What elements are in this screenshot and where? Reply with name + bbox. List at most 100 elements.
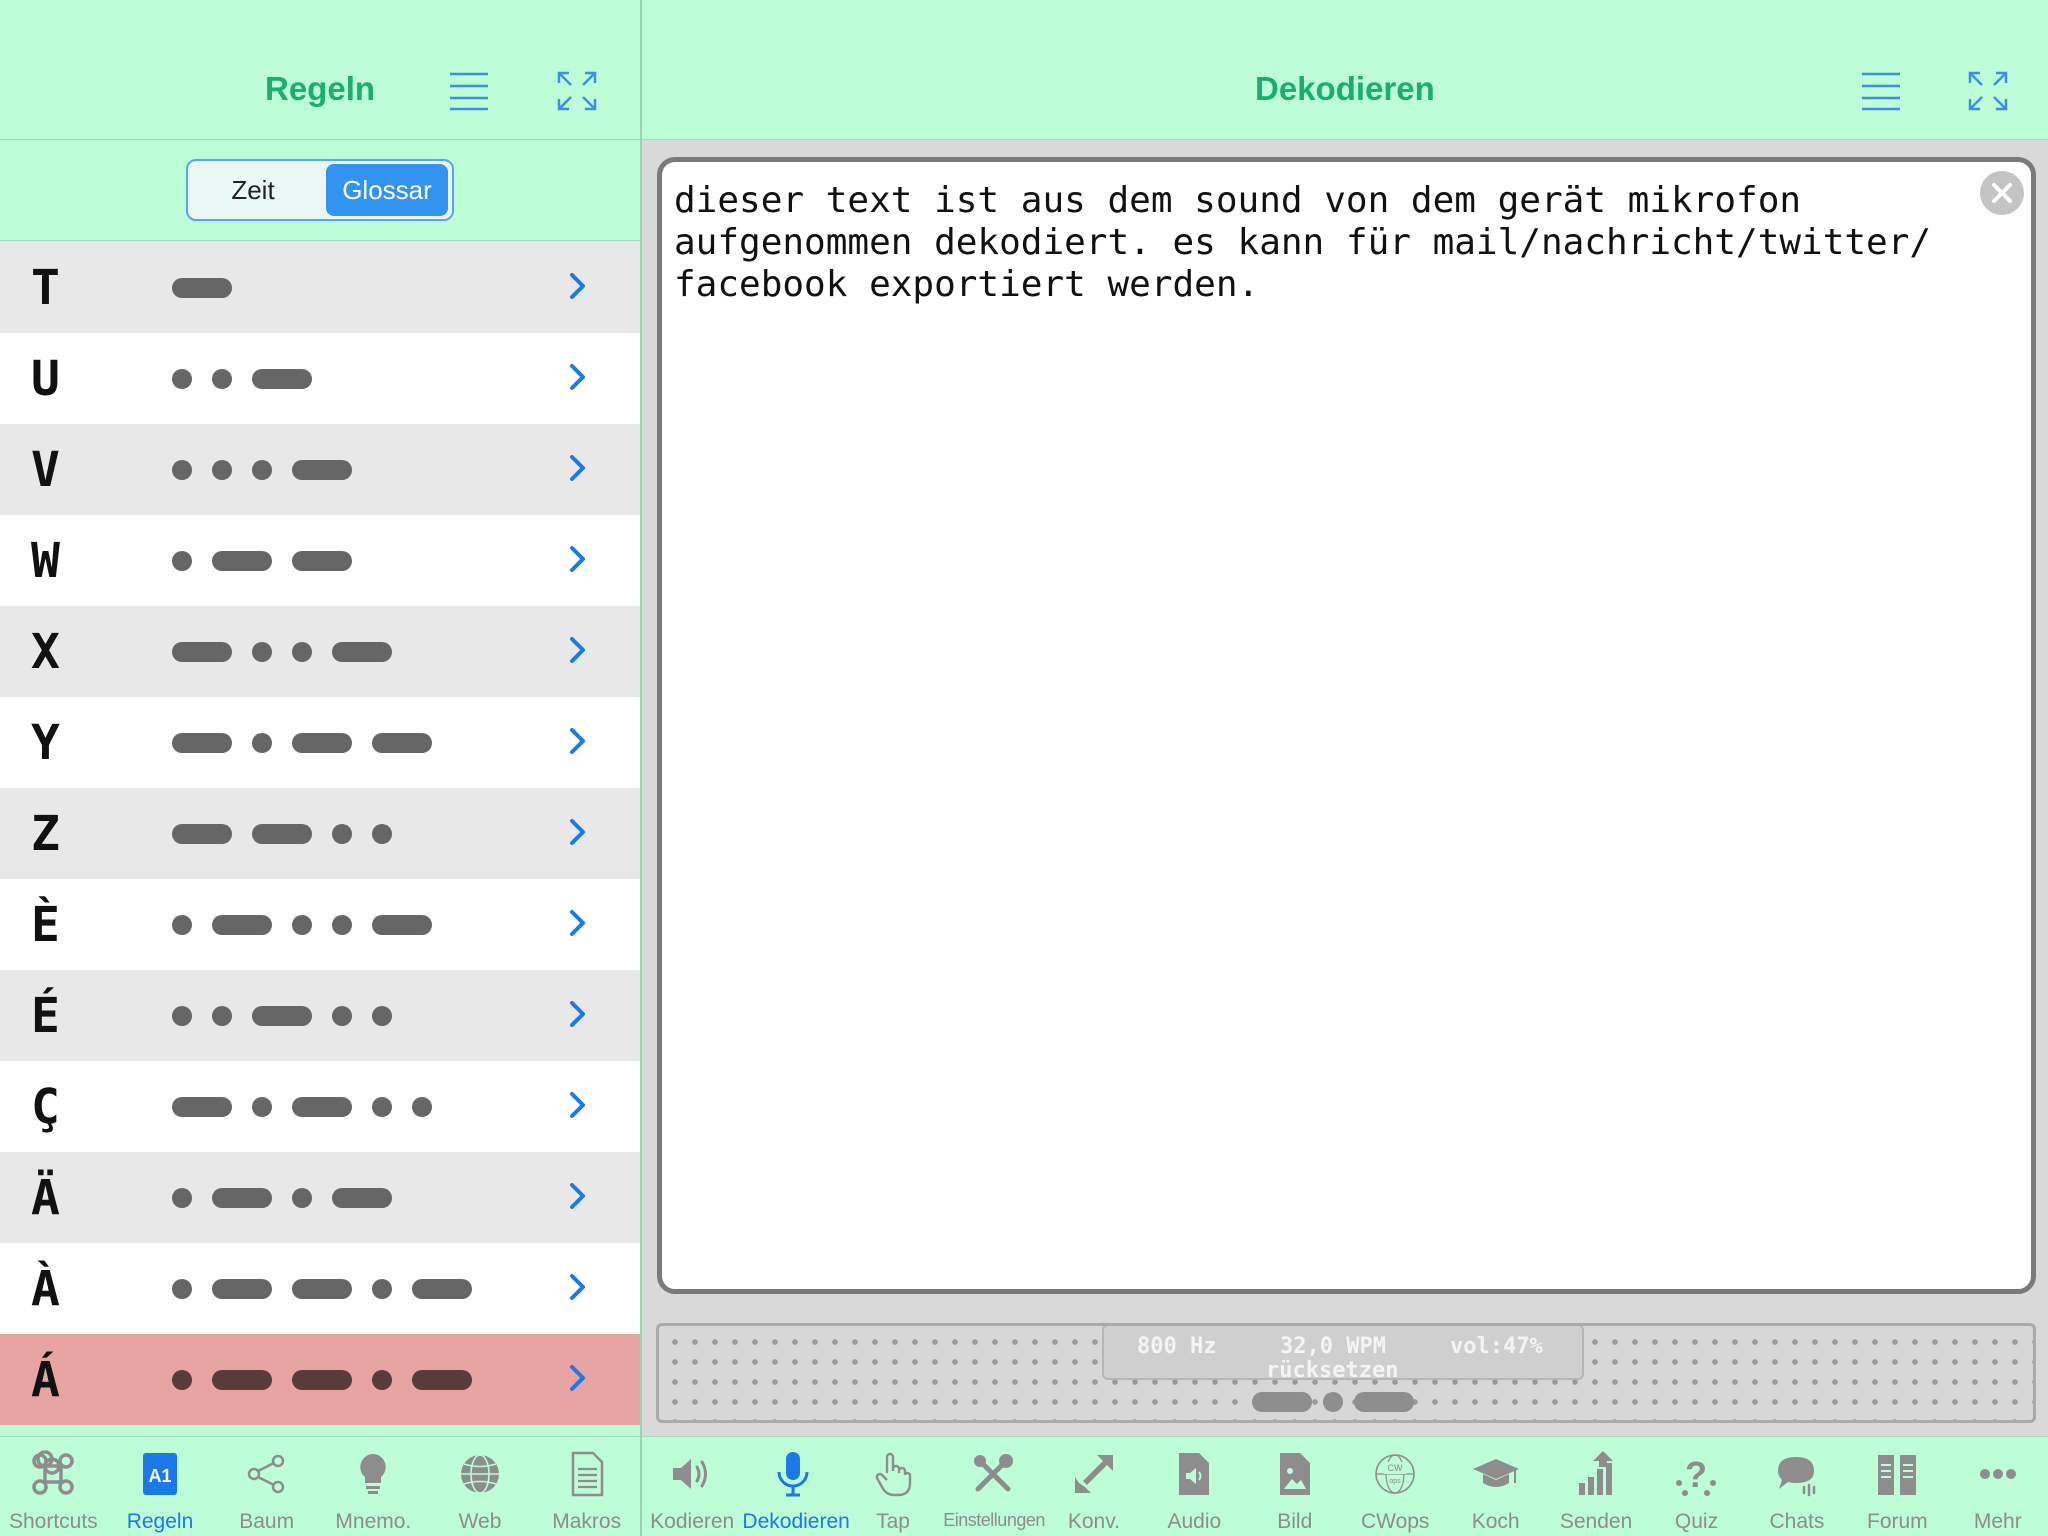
right-tab-bar: Kodieren Dekodieren Tap Einstellungen Ko… bbox=[642, 1436, 2048, 1536]
expand-icon bbox=[1968, 71, 2008, 111]
morse-dash bbox=[372, 733, 432, 753]
glossary-row[interactable]: Z bbox=[0, 788, 640, 879]
svg-text:?: ? bbox=[1685, 1454, 1707, 1495]
svg-text:A1: A1 bbox=[148, 1466, 171, 1486]
tab-label: Web bbox=[458, 1510, 502, 1533]
tab-dekodieren[interactable]: Dekodieren bbox=[742, 1437, 850, 1536]
svg-text:CW: CW bbox=[1388, 1463, 1403, 1473]
tab-kodieren[interactable]: Kodieren bbox=[642, 1437, 742, 1536]
rules-fullscreen-button[interactable] bbox=[555, 69, 599, 113]
chevron-right-icon bbox=[566, 361, 590, 393]
morse-dash bbox=[172, 824, 232, 844]
clear-circle-icon bbox=[1980, 171, 2024, 215]
decode-menu-button[interactable] bbox=[1859, 69, 1903, 113]
glossary-row[interactable]: W bbox=[0, 515, 640, 606]
glossary-row[interactable]: Á bbox=[0, 1334, 640, 1425]
morse-dot bbox=[372, 824, 392, 844]
tab-web[interactable]: Web bbox=[427, 1437, 534, 1536]
glossary-letter: Ä bbox=[31, 1170, 60, 1226]
rules-menu-button[interactable] bbox=[447, 69, 491, 113]
tab-chats[interactable]: Chats bbox=[1747, 1437, 1847, 1536]
glossary-letter: À bbox=[31, 1261, 60, 1317]
morse-dash bbox=[172, 1097, 232, 1117]
tab-forum[interactable]: Forum bbox=[1847, 1437, 1947, 1536]
tab-shortcuts[interactable]: Shortcuts bbox=[0, 1437, 107, 1536]
glossary-row[interactable]: X bbox=[0, 606, 640, 697]
chevron-right-icon bbox=[566, 1180, 590, 1212]
tab-label: Koch bbox=[1471, 1510, 1520, 1533]
decode-navbar: Dekodieren bbox=[642, 0, 2048, 140]
glossary-row[interactable]: T bbox=[0, 242, 640, 333]
morse-dash bbox=[172, 278, 232, 298]
chevron-right-icon bbox=[566, 1271, 590, 1303]
scope-dot bbox=[1323, 1392, 1343, 1412]
morse-dash bbox=[292, 1370, 352, 1390]
glossary-row[interactable]: Ä bbox=[0, 1152, 640, 1243]
morse-dot bbox=[372, 1006, 392, 1026]
morse-dot bbox=[212, 460, 232, 480]
tab-label: Shortcuts bbox=[8, 1510, 98, 1533]
tab-label: Makros bbox=[552, 1510, 622, 1533]
glossary-row[interactable]: U bbox=[0, 333, 640, 424]
command-icon bbox=[28, 1449, 78, 1499]
glossary-letter: Ç bbox=[31, 1079, 60, 1135]
morse-dash bbox=[412, 1370, 472, 1390]
segment-glossar[interactable]: Glossar bbox=[326, 164, 448, 216]
tab-audio[interactable]: Audio bbox=[1144, 1437, 1244, 1536]
reset-button[interactable]: rücksetzen bbox=[1266, 1358, 1398, 1383]
tab-label: Mehr bbox=[1973, 1510, 2022, 1533]
morse-dot bbox=[412, 1097, 432, 1117]
glossary-row[interactable]: Y bbox=[0, 697, 640, 788]
view-segmented-control: Zeit Glossar bbox=[186, 159, 454, 221]
morse-dash bbox=[292, 460, 352, 480]
glossary-row[interactable]: À bbox=[0, 1243, 640, 1334]
tab-einstellungen[interactable]: Einstellungen bbox=[943, 1437, 1045, 1536]
tab-tap[interactable]: Tap bbox=[843, 1437, 943, 1536]
tab-regeln[interactable]: A1 Regeln bbox=[107, 1437, 214, 1536]
morse-dot bbox=[252, 460, 272, 480]
tab-mehr[interactable]: Mehr bbox=[1948, 1437, 2048, 1536]
tab-quiz[interactable]: ? Quiz bbox=[1646, 1437, 1746, 1536]
chevron-right-icon bbox=[566, 270, 590, 302]
morse-dash bbox=[252, 824, 312, 844]
decoded-text[interactable]: dieser text ist aus dem sound von dem ge… bbox=[674, 180, 1964, 306]
morse-dash bbox=[332, 1188, 392, 1208]
chevron-right-icon bbox=[566, 725, 590, 757]
morse-dot bbox=[172, 551, 192, 571]
lightbulb-icon bbox=[348, 1449, 398, 1499]
tab-bild[interactable]: Bild bbox=[1245, 1437, 1345, 1536]
tab-label: Baum bbox=[239, 1510, 295, 1533]
decode-fullscreen-button[interactable] bbox=[1966, 69, 2010, 113]
tab-konv-[interactable]: Konv. bbox=[1044, 1437, 1144, 1536]
tab-label: Kodieren bbox=[650, 1510, 735, 1533]
clear-text-button[interactable] bbox=[1979, 170, 2025, 216]
decode-title: Dekodieren bbox=[1255, 70, 1435, 107]
tab-baum[interactable]: Baum bbox=[213, 1437, 320, 1536]
signal-readout: 800 Hz 32,0 WPM vol:47% rücksetzen bbox=[1102, 1326, 1584, 1383]
glossary-row[interactable]: Ç bbox=[0, 1061, 640, 1152]
morse-dot bbox=[252, 642, 272, 662]
morse-dot bbox=[292, 915, 312, 935]
morse-dot bbox=[372, 1279, 392, 1299]
segment-zeit[interactable]: Zeit bbox=[192, 164, 314, 216]
morse-dot bbox=[212, 369, 232, 389]
glossary-row[interactable]: È bbox=[0, 879, 640, 970]
tab-senden[interactable]: Senden bbox=[1546, 1437, 1646, 1536]
morse-dot bbox=[172, 1188, 192, 1208]
tab-mnemo-[interactable]: Mnemo. bbox=[320, 1437, 427, 1536]
tab-makros[interactable]: Makros bbox=[533, 1437, 640, 1536]
morse-dot bbox=[252, 1097, 272, 1117]
glossary-row[interactable]: É bbox=[0, 970, 640, 1061]
tab-label: Forum bbox=[1867, 1510, 1928, 1533]
morse-dash bbox=[212, 1370, 272, 1390]
tab-label: Regeln bbox=[126, 1510, 194, 1533]
morse-dot bbox=[372, 1097, 392, 1117]
morse-dot bbox=[332, 1006, 352, 1026]
chevron-right-icon bbox=[566, 998, 590, 1030]
decoded-text-area[interactable]: dieser text ist aus dem sound von dem ge… bbox=[657, 157, 2036, 1294]
glossary-row[interactable]: V bbox=[0, 424, 640, 515]
morse-dash bbox=[212, 915, 272, 935]
tab-koch[interactable]: Koch bbox=[1445, 1437, 1545, 1536]
tab-label: Bild bbox=[1277, 1510, 1313, 1533]
tab-cwops[interactable]: CW ops CWops bbox=[1345, 1437, 1445, 1536]
